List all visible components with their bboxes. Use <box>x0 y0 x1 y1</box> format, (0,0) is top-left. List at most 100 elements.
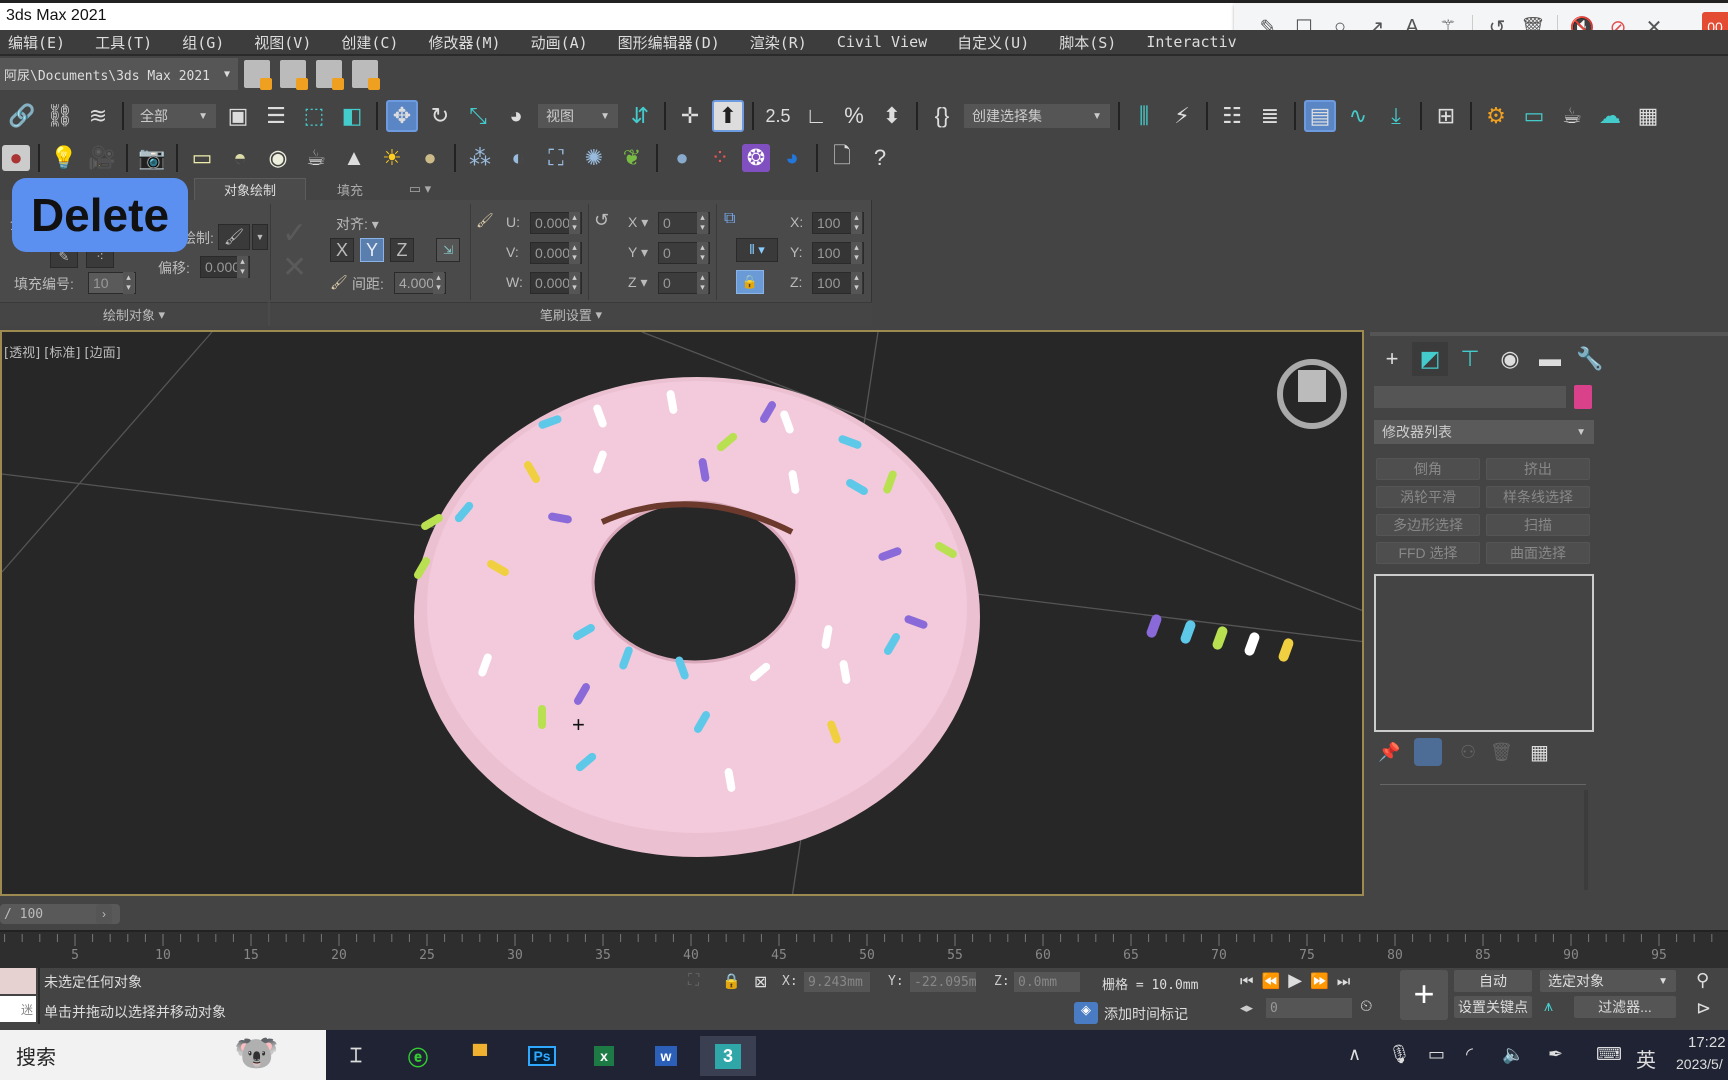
modifier-ffd-select-button[interactable]: FFD 选择 <box>1376 542 1480 564</box>
3dsmax-icon[interactable]: 3 <box>700 1036 756 1076</box>
light-lister-icon[interactable]: 💡 <box>48 142 80 174</box>
align-to-normal-button[interactable]: ⇲ <box>436 238 460 262</box>
paint-brush-dropdown[interactable]: ▼ <box>252 224 268 250</box>
play-icon[interactable]: ▶ <box>1288 970 1310 990</box>
rect-selection-icon[interactable]: ⬚ <box>298 100 330 132</box>
unlink-icon[interactable]: ⛓ <box>44 100 76 132</box>
default-tangent-icon[interactable]: ⩚ <box>1544 998 1553 1016</box>
snap-toggle-icon[interactable]: 2.5 <box>762 100 794 132</box>
excel-icon[interactable]: x <box>582 1036 626 1076</box>
select-scale-icon[interactable]: ⤡ <box>462 100 494 132</box>
camera-sequencer-icon[interactable]: 🎥 <box>86 142 118 174</box>
keyboard-icon[interactable]: ⌨ <box>1596 1044 1622 1065</box>
plant-icon[interactable]: ❦ <box>616 142 648 174</box>
menu-tools[interactable]: 工具(T) <box>95 32 152 53</box>
go-to-start-icon[interactable]: ⏮ <box>1240 973 1262 990</box>
sphere-light-icon[interactable]: ◉ <box>262 142 294 174</box>
axis-x-button[interactable]: X <box>330 238 354 262</box>
menu-create[interactable]: 创建(C) <box>341 32 398 53</box>
z-coord-field[interactable]: 0.0mm <box>1014 972 1080 992</box>
group-paint-objects[interactable]: 绘制对象 ▾ <box>0 302 268 326</box>
key-mode-toggle-icon[interactable]: ◂▸ <box>1240 1000 1253 1016</box>
menu-group[interactable]: 组(G) <box>182 32 224 53</box>
maxscript-listener-bottom[interactable]: 迷 <box>0 996 36 1022</box>
y-coord-field[interactable]: -22.095mm <box>910 972 976 992</box>
rotate-x-label[interactable]: X ▾ <box>628 214 648 231</box>
render-cloud-icon[interactable]: ☁ <box>1594 100 1626 132</box>
menu-modifiers[interactable]: 修改器(M) <box>428 32 500 53</box>
project-path-icon[interactable] <box>352 60 380 90</box>
pin-stack-icon[interactable]: 📌 <box>1378 742 1400 763</box>
rotate-y-spinner[interactable]: 0 <box>658 242 710 264</box>
display-tab-icon[interactable]: ▬ <box>1532 342 1568 376</box>
modifier-surface-select-button[interactable]: 曲面选择 <box>1486 542 1590 564</box>
track-bar[interactable]: 5 10 15 20 25 30 35 40 45 50 55 60 65 70 75 80 85 90 95 <box>0 930 1728 968</box>
align-icon[interactable]: ⚡ <box>1166 100 1198 132</box>
offset-spinner[interactable]: 0.000 <box>200 256 250 278</box>
scale-z-spinner[interactable]: 100 <box>812 272 864 294</box>
object-name-field[interactable] <box>1374 386 1566 408</box>
ribbon-toggle-icon[interactable]: ▤ <box>1304 100 1336 132</box>
material-library-icon[interactable]: ❂ <box>742 144 770 172</box>
modify-tab-icon[interactable]: ◩ <box>1412 342 1448 376</box>
menu-interactive[interactable]: Interactiv <box>1146 33 1236 51</box>
schematic-view-icon[interactable]: ⤓ <box>1380 100 1412 132</box>
render-setup-icon[interactable]: ⚙ <box>1480 100 1512 132</box>
render-region-icon[interactable]: ◕ <box>776 142 808 174</box>
taskbar-search[interactable]: 搜索 🐨 <box>0 1030 326 1080</box>
pen-icon[interactable]: ✒ <box>1548 1044 1563 1065</box>
modifier-stack-list[interactable] <box>1374 574 1594 732</box>
axis-y-button[interactable]: Y <box>360 238 384 262</box>
material-sphere-icon[interactable]: ● <box>666 142 698 174</box>
scale-lock-button[interactable]: 🔒 <box>736 270 764 294</box>
fur-icon[interactable]: ✺ <box>578 142 610 174</box>
photoshop-icon[interactable]: Ps <box>520 1036 564 1076</box>
set-key-big-button[interactable]: + <box>1400 970 1448 1020</box>
prev-frame-icon[interactable]: ⏪ <box>1262 973 1289 990</box>
selection-filter-dropdown[interactable]: 全部 ▼ <box>132 104 216 128</box>
plane-light-icon[interactable]: ▭ <box>186 142 218 174</box>
disc-light-icon[interactable]: ● <box>414 142 446 174</box>
create-tab-icon[interactable]: + <box>1374 342 1410 376</box>
modifier-spline-select-button[interactable]: 样条线选择 <box>1486 486 1590 508</box>
file-explorer-icon[interactable]: ▀ <box>458 1036 502 1076</box>
axis-z-button[interactable]: Z <box>390 238 414 262</box>
rotate-y-label[interactable]: Y ▾ <box>628 244 648 261</box>
bind-space-warp-icon[interactable]: ≋ <box>82 100 114 132</box>
layer-explorer-icon[interactable]: ≣ <box>1254 100 1286 132</box>
select-place-icon[interactable]: ◕ <box>500 100 532 132</box>
word-icon[interactable]: w <box>644 1036 688 1076</box>
tab-object-paint[interactable]: 对象绘制 <box>194 178 306 200</box>
battery-icon[interactable]: ▭ <box>1428 1044 1445 1065</box>
angle-snap-icon[interactable]: ∟ <box>800 100 832 132</box>
modifier-sweep-button[interactable]: 扫描 <box>1486 514 1590 536</box>
zoom-viewport-icon[interactable]: ⚲ <box>1696 970 1709 991</box>
window-crossing-icon[interactable]: ◧ <box>336 100 368 132</box>
manipulate-icon[interactable]: ✛ <box>674 100 706 132</box>
x-coord-field[interactable]: 9.243mm <box>804 972 870 992</box>
menu-edit[interactable]: 编辑(E) <box>8 32 65 53</box>
paint-brush-button[interactable]: 🖌 <box>218 224 250 250</box>
reference-coord-dropdown[interactable]: 视图 ▼ <box>538 104 618 128</box>
camera-icon[interactable]: 📷 <box>136 142 168 174</box>
wifi-icon[interactable]: ◜ <box>1466 1044 1473 1065</box>
w-spinner[interactable]: 0.000 <box>530 272 582 294</box>
menu-scripting[interactable]: 脚本(S) <box>1059 32 1116 53</box>
scale-mode-dropdown[interactable]: ⫴ ▾ <box>736 238 778 262</box>
pivot-point-icon[interactable]: ⇵ <box>624 100 656 132</box>
menu-graph-editors[interactable]: 图形编辑器(D) <box>618 32 720 53</box>
scale-x-spinner[interactable]: 100 <box>812 212 864 234</box>
field-of-view-icon[interactable]: ⊳ <box>1696 998 1711 1019</box>
maxscript-listener-top[interactable] <box>0 968 36 994</box>
key-filter-dropdown[interactable]: 选定对象 ▼ <box>1540 970 1676 992</box>
select-by-name-icon[interactable]: ☰ <box>260 100 292 132</box>
tab-populate[interactable]: 填充 <box>310 178 390 200</box>
keyboard-shortcut-override-icon[interactable]: ⬆ <box>712 100 744 132</box>
modifier-extrude-button[interactable]: 挤出 <box>1486 458 1590 480</box>
add-time-tag[interactable]: 添加时间标记 <box>1104 1004 1188 1024</box>
spot-light-icon[interactable]: ▲ <box>338 142 370 174</box>
auto-key-button[interactable]: 自动 <box>1454 970 1532 992</box>
image-viewer-icon[interactable]: ▦ <box>1632 100 1664 132</box>
menu-civil-view[interactable]: Civil View <box>837 33 927 51</box>
modifier-turbosmooth-button[interactable]: 涡轮平滑 <box>1376 486 1480 508</box>
